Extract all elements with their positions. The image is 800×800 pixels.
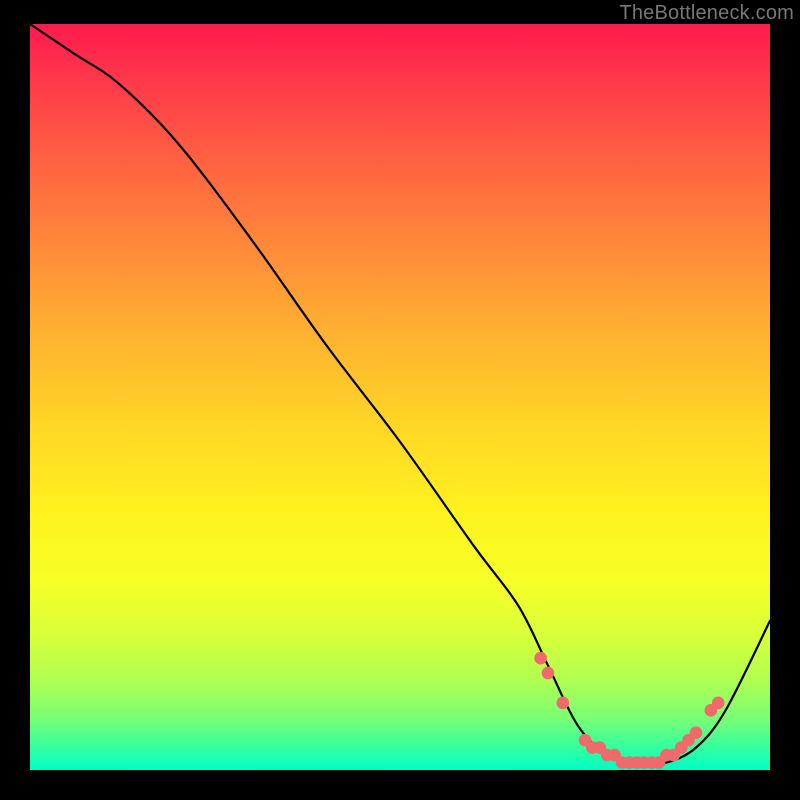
highlight-dot xyxy=(690,726,703,739)
highlight-dots-group xyxy=(534,652,724,769)
highlight-dot xyxy=(534,652,547,665)
bottleneck-curve xyxy=(30,24,770,764)
highlight-dot xyxy=(712,697,725,710)
watermark-text: TheBottleneck.com xyxy=(619,2,794,25)
plot-area xyxy=(30,24,770,770)
highlight-dot xyxy=(542,667,555,680)
chart-frame: TheBottleneck.com xyxy=(0,0,800,800)
highlight-dot xyxy=(557,697,570,710)
chart-svg xyxy=(30,24,770,770)
